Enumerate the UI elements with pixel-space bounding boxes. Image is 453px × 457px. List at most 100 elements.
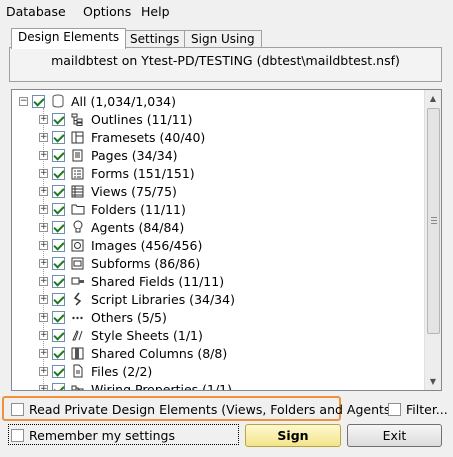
expand-icon[interactable]: + — [39, 312, 48, 322]
expand-icon[interactable]: + — [39, 186, 48, 196]
tree-scrollbar[interactable]: ▲ ▼ — [424, 90, 441, 390]
tree-item-folders[interactable]: + Folders (11/11) — [39, 200, 186, 218]
others-icon — [70, 310, 85, 325]
menu-help[interactable]: Help — [141, 4, 170, 19]
scroll-down-arrow-icon[interactable]: ▼ — [425, 373, 441, 390]
database-icon — [50, 94, 65, 109]
item-checkbox[interactable] — [52, 166, 65, 180]
item-checkbox[interactable] — [52, 256, 65, 270]
expand-icon[interactable]: + — [39, 240, 48, 250]
filter-option[interactable]: Filter... — [388, 402, 448, 417]
remember-settings-option[interactable]: Remember my settings — [11, 428, 175, 443]
page-icon — [70, 148, 85, 163]
filter-label: Filter... — [406, 402, 448, 417]
tree-item-images[interactable]: + Images (456/456) — [39, 236, 202, 254]
tab-design-elements[interactable]: Design Elements — [11, 28, 127, 49]
tree-item-agents[interactable]: + Agents (84/84) — [39, 218, 184, 236]
agent-icon — [70, 220, 85, 235]
tree-item-others[interactable]: + Others (5/5) — [39, 308, 167, 326]
tree-item-shared-fields[interactable]: + Shared Fields (11/11) — [39, 272, 224, 290]
tree-item-label: Outlines (11/11) — [91, 111, 193, 127]
item-checkbox[interactable] — [52, 112, 65, 126]
tree-item-label: Others (5/5) — [91, 309, 167, 325]
item-checkbox[interactable] — [52, 292, 65, 306]
tree-item-label: Images (456/456) — [91, 237, 203, 253]
scroll-up-arrow-icon[interactable]: ▲ — [425, 90, 441, 107]
form-icon — [70, 166, 85, 181]
item-checkbox[interactable] — [52, 202, 65, 216]
expand-icon[interactable]: + — [39, 150, 48, 160]
tree-item-script-libraries[interactable]: + Script Libraries (34/34) — [39, 290, 235, 308]
menu-bar: Database Options Help — [0, 0, 453, 22]
read-private-label: Read Private Design Elements (Views, Fol… — [29, 402, 396, 417]
tree-item-wiring-properties[interactable]: + Wiring Properties (1/1) — [39, 380, 232, 390]
expand-icon[interactable]: + — [39, 294, 48, 304]
grip-line — [431, 220, 437, 221]
sign-button[interactable]: Sign — [245, 424, 341, 447]
item-checkbox[interactable] — [52, 346, 65, 360]
expand-icon[interactable]: + — [39, 366, 48, 376]
tree-item-outlines[interactable]: + Outlines (11/11) — [39, 110, 192, 128]
item-checkbox[interactable] — [52, 310, 65, 324]
tree-root-label: All (1,034/1,034) — [71, 93, 177, 109]
item-checkbox[interactable] — [52, 274, 65, 288]
tree-item-label: Pages (34/34) — [91, 147, 178, 163]
root-checkbox[interactable] — [32, 94, 45, 108]
item-checkbox[interactable] — [52, 328, 65, 342]
collapse-icon[interactable]: − — [19, 96, 28, 106]
scroll-thumb[interactable] — [427, 108, 440, 334]
grip-line — [431, 223, 437, 224]
folder-icon — [70, 202, 85, 217]
tree-root[interactable]: − All (1,034/1,034) — [19, 92, 176, 110]
expand-icon[interactable]: + — [39, 384, 48, 390]
tree-item-pages[interactable]: + Pages (34/34) — [39, 146, 178, 164]
item-checkbox[interactable] — [52, 148, 65, 162]
frameset-icon — [70, 130, 85, 145]
style-sheet-icon — [70, 328, 85, 343]
tree-item-label: Script Libraries (34/34) — [91, 291, 235, 307]
expand-icon[interactable]: + — [39, 258, 48, 268]
shared-field-icon — [70, 274, 85, 289]
expand-icon[interactable]: + — [39, 348, 48, 358]
tab-sign-using[interactable]: Sign Using — [184, 30, 262, 48]
item-checkbox[interactable] — [52, 130, 65, 144]
expand-icon[interactable]: + — [39, 276, 48, 286]
exit-button[interactable]: Exit — [347, 424, 442, 447]
item-checkbox[interactable] — [52, 184, 65, 198]
remember-settings-checkbox[interactable] — [11, 429, 24, 442]
tree-item-label: Shared Fields (11/11) — [91, 273, 225, 289]
expand-icon[interactable]: + — [39, 168, 48, 178]
tree-item-framesets[interactable]: + Framesets (40/40) — [39, 128, 205, 146]
tab-settings[interactable]: Settings — [123, 30, 187, 48]
script-library-icon — [70, 292, 85, 307]
tree-item-style-sheets[interactable]: + Style Sheets (1/1) — [39, 326, 203, 344]
item-checkbox[interactable] — [52, 220, 65, 234]
tree-item-label: Views (75/75) — [91, 183, 177, 199]
view-icon — [70, 184, 85, 199]
tree-item-views[interactable]: + Views (75/75) — [39, 182, 177, 200]
expand-icon[interactable]: + — [39, 330, 48, 340]
tree-item-label: Files (2/2) — [91, 363, 153, 379]
filter-checkbox[interactable] — [388, 403, 401, 416]
read-private-checkbox[interactable] — [11, 403, 24, 416]
expand-icon[interactable]: + — [39, 114, 48, 124]
tree-item-files[interactable]: + Files (2/2) — [39, 362, 152, 380]
tree-item-shared-columns[interactable]: + Shared Columns (8/8) — [39, 344, 227, 362]
tree-item-label: Subforms (86/86) — [91, 255, 201, 271]
database-path: maildbtest on Ytest-PD/TESTING (dbtest\m… — [51, 53, 400, 68]
item-checkbox[interactable] — [52, 364, 65, 378]
tree-item-label: Folders (11/11) — [91, 201, 186, 217]
expand-icon[interactable]: + — [39, 222, 48, 232]
menu-database[interactable]: Database — [6, 4, 66, 19]
design-elements-tree[interactable]: − All (1,034/1,034) + Outlines (11/11) +… — [11, 89, 442, 391]
expand-icon[interactable]: + — [39, 132, 48, 142]
tree-item-label: Agents (84/84) — [91, 219, 185, 235]
wiring-icon — [70, 382, 85, 390]
tree-item-forms[interactable]: + Forms (151/151) — [39, 164, 195, 182]
item-checkbox[interactable] — [52, 382, 65, 390]
read-private-option[interactable]: Read Private Design Elements (Views, Fol… — [11, 402, 395, 417]
tree-item-subforms[interactable]: + Subforms (86/86) — [39, 254, 200, 272]
item-checkbox[interactable] — [52, 238, 65, 252]
expand-icon[interactable]: + — [39, 204, 48, 214]
menu-options[interactable]: Options — [83, 4, 131, 19]
